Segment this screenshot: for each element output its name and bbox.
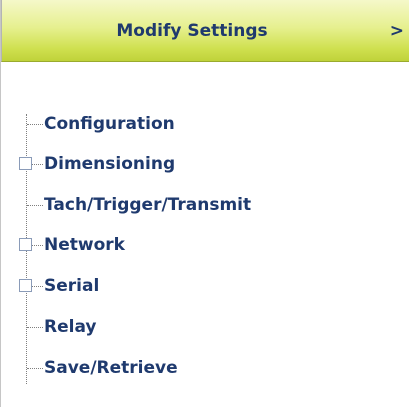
tree-connector <box>27 368 43 369</box>
expand-box-icon[interactable] <box>19 238 32 251</box>
tree-item-label[interactable]: Tach/Trigger/Transmit <box>44 185 251 225</box>
expand-arrow-icon[interactable]: > <box>390 0 404 62</box>
settings-panel: Modify Settings > Configuration Dimensio… <box>0 0 409 407</box>
tree-item-label[interactable]: Network <box>44 225 125 265</box>
tree-item-save-retrieve[interactable]: Save/Retrieve <box>1 348 409 388</box>
tree-item-label[interactable]: Configuration <box>44 104 175 144</box>
tree-item-label[interactable]: Relay <box>44 307 96 347</box>
tree-connector <box>27 205 43 206</box>
tree-item-label[interactable]: Dimensioning <box>44 144 175 184</box>
tree-item-configuration[interactable]: Configuration <box>1 104 409 144</box>
tree-item-dimensioning[interactable]: Dimensioning <box>1 144 409 184</box>
tree-connector <box>27 327 43 328</box>
tree-item-relay[interactable]: Relay <box>1 307 409 347</box>
panel-title: Modify Settings <box>116 21 268 41</box>
tree-item-label[interactable]: Serial <box>44 266 99 306</box>
tree-connector <box>27 124 43 125</box>
tree-item-label[interactable]: Save/Retrieve <box>44 348 178 388</box>
expand-box-icon[interactable] <box>19 157 32 170</box>
expand-box-icon[interactable] <box>19 279 32 292</box>
tree-item-serial[interactable]: Serial <box>1 266 409 306</box>
panel-header[interactable]: Modify Settings > <box>1 0 409 62</box>
tree-item-tach-trigger-transmit[interactable]: Tach/Trigger/Transmit <box>1 185 409 225</box>
tree-item-network[interactable]: Network <box>1 225 409 265</box>
